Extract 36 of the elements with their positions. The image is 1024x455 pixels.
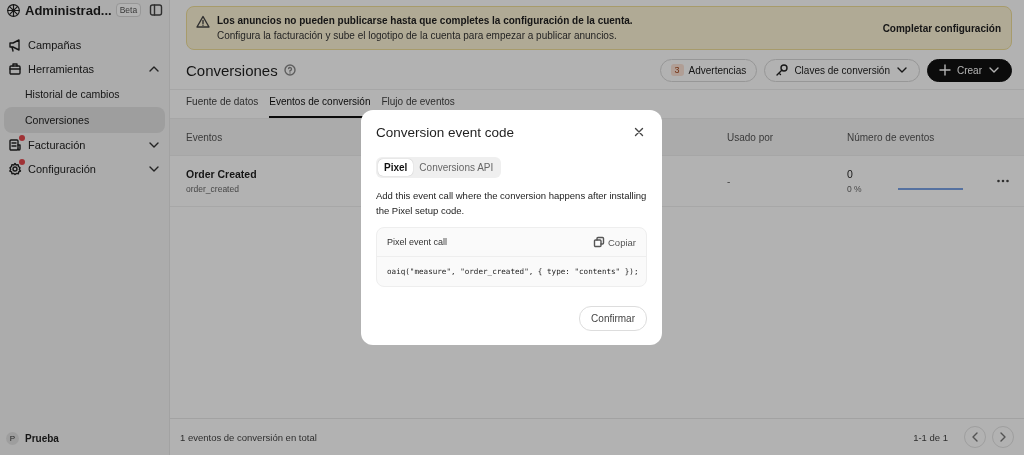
percent-label: 0 % xyxy=(847,184,862,194)
sidebar-item[interactable]: Campañas xyxy=(4,33,165,57)
user-name: Prueba xyxy=(25,433,59,444)
tab[interactable]: Fuente de datos xyxy=(186,96,259,118)
event-count: 0 xyxy=(847,168,853,180)
dialog-description: Add this event call where the conversion happens after installing the Pixel setup code. xyxy=(376,189,647,218)
page-title: Conversiones xyxy=(186,61,278,79)
column-header: Usado por xyxy=(727,131,774,143)
avatar: P xyxy=(6,432,19,445)
event-name: Order Created xyxy=(186,168,257,180)
banner-title: Los anuncios no pueden publicarse hasta que completes la configuración de la cuenta. xyxy=(217,15,633,26)
beta-badge: Beta xyxy=(115,3,142,17)
segment-tab[interactable]: Conversions API xyxy=(413,159,500,176)
sidebar-item[interactable]: Herramientas xyxy=(4,57,165,81)
copy-button[interactable]: Copiar xyxy=(593,236,636,248)
column-header: Número de eventos xyxy=(847,131,935,143)
conversion-keys-button[interactable]: Claves de conversión xyxy=(764,58,920,82)
count-badge: 3 xyxy=(670,64,684,76)
confirm-button[interactable]: Confirmar xyxy=(579,306,647,331)
total-count: 1 eventos de conversión en total xyxy=(180,431,317,443)
sidebar-subitem[interactable]: Historial de cambios xyxy=(4,81,165,107)
app-title: Administrad... xyxy=(25,2,112,18)
event-key: order_created xyxy=(186,184,239,194)
complete-setup-link[interactable]: Completar configuración xyxy=(882,22,1001,34)
table-cell: - xyxy=(727,175,731,187)
sidebar-item[interactable]: Configuración xyxy=(4,157,165,181)
create-button[interactable]: Crear xyxy=(927,58,1012,82)
code-label: Pixel event call xyxy=(387,237,448,247)
sidebar-subitem[interactable]: Conversiones xyxy=(4,107,165,133)
warnings-button[interactable]: 3 Advertencias xyxy=(659,58,758,82)
sidebar-item[interactable]: Facturación xyxy=(4,133,165,157)
page-range: 1-1 de 1 xyxy=(913,431,948,443)
banner-message: Configura la facturación y sube el logotipo de la cuenta para empezar a publicar anuncios. xyxy=(217,30,618,41)
dialog-title: Conversion event code xyxy=(376,124,515,140)
segment-tab[interactable]: Pixel xyxy=(378,159,414,176)
column-header: Eventos xyxy=(186,131,223,143)
